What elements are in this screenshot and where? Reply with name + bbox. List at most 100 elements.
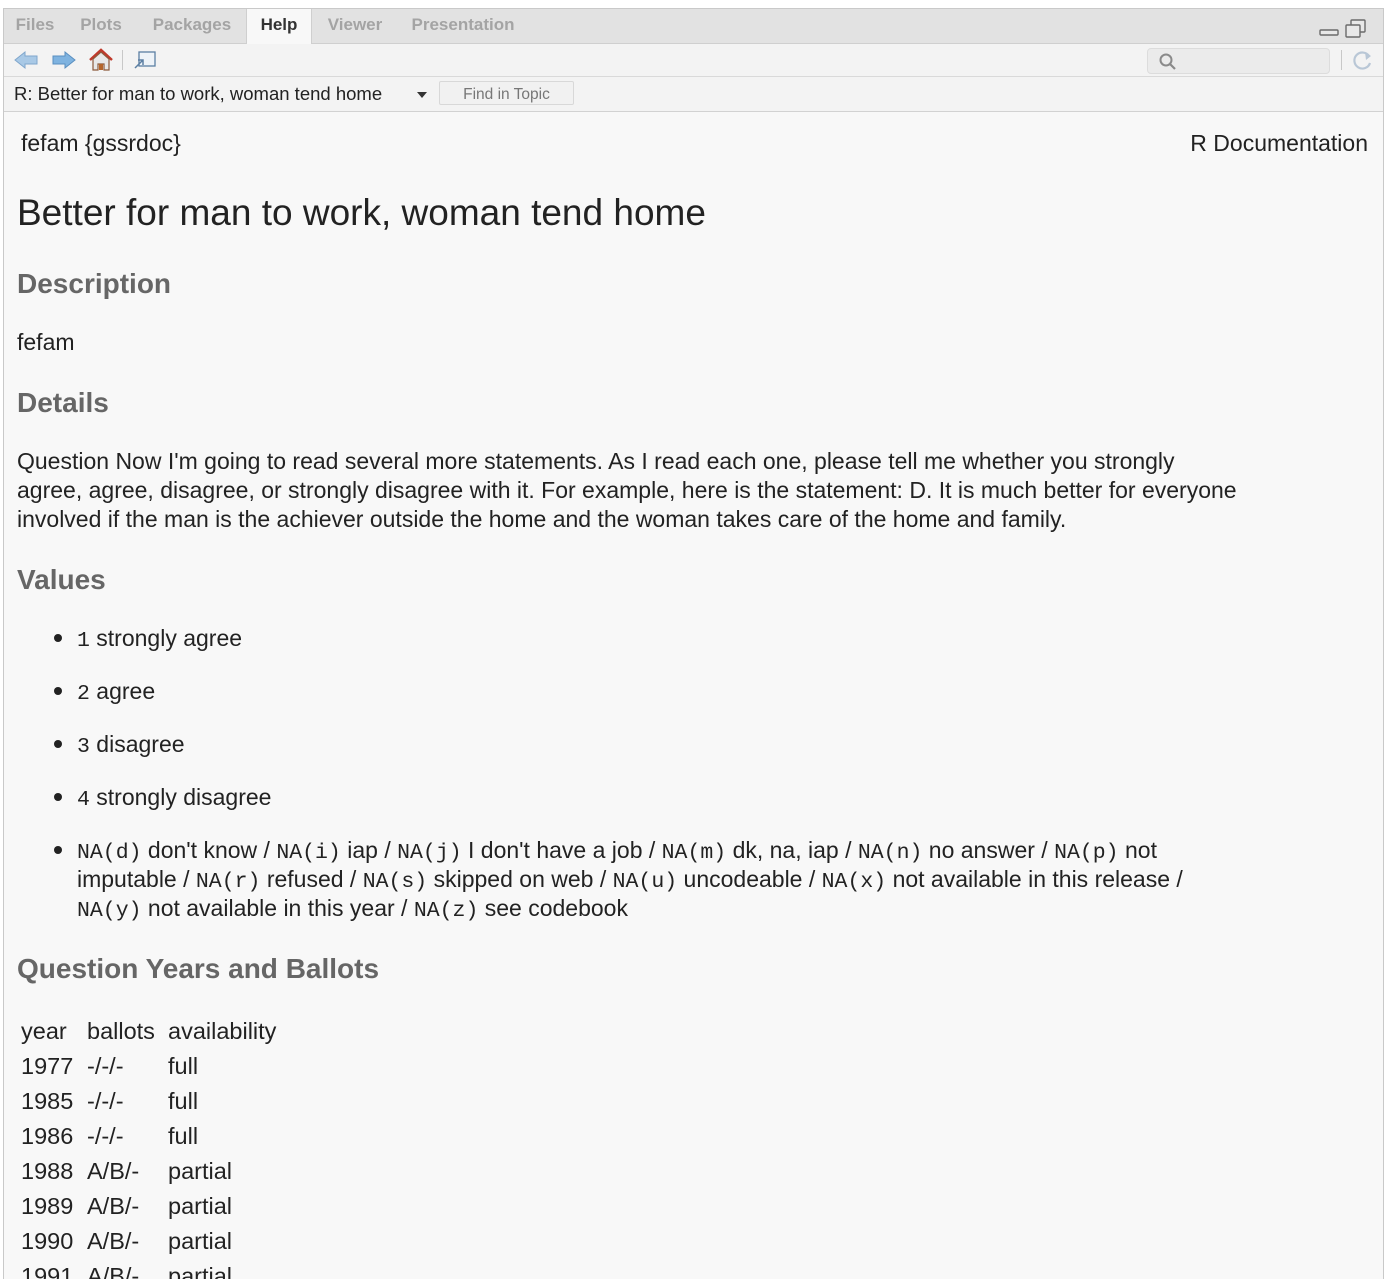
value-item: 2 agree [77, 677, 155, 709]
minimize-icon[interactable] [1318, 19, 1340, 37]
help-toolbar [4, 44, 1383, 77]
help-search-input[interactable] [1147, 48, 1330, 74]
na-code: NA(i) [276, 841, 341, 865]
na-label: see codebook [484, 895, 628, 921]
cell-ballots: A/B/- [87, 1263, 140, 1279]
refresh-icon[interactable] [1351, 49, 1375, 71]
list-bullet [54, 846, 62, 854]
years-ballots-heading: Question Years and Ballots [17, 953, 380, 984]
value-item: 3 disagree [77, 730, 185, 762]
na-code: NA(p) [1054, 841, 1119, 865]
na-code: NA(m) [661, 841, 727, 865]
tab-files[interactable]: Files [4, 9, 66, 43]
list-bullet [54, 740, 62, 748]
value-label: strongly disagree [96, 784, 272, 810]
back-arrow-icon[interactable] [13, 49, 39, 71]
tab-help[interactable]: Help [246, 9, 312, 44]
na-label: I don't have a job [468, 837, 643, 863]
cell-availability: full [168, 1053, 199, 1079]
description-heading: Description [17, 268, 172, 299]
list-bullet [54, 634, 62, 642]
na-code: NA(n) [857, 841, 923, 865]
value-label: agree [96, 678, 156, 704]
na-label: imputable [77, 866, 177, 892]
na-code: NA(z) [413, 899, 479, 923]
tab-packages[interactable]: Packages [140, 9, 244, 43]
value-code: 2 [77, 682, 90, 706]
maximize-icon[interactable] [1345, 19, 1367, 39]
na-values-line: NA(y) not available in this year / NA(z)… [77, 895, 628, 923]
topic-bar: R: Better for man to work, woman tend ho… [4, 77, 1383, 112]
na-label: don't know [147, 837, 258, 863]
cell-year: 1991 [21, 1263, 74, 1279]
na-values-line: imputable / NA(r) refused / NA(s) skippe… [77, 866, 1183, 894]
cell-availability: partial [168, 1228, 233, 1254]
column-header-year: year [21, 1018, 67, 1044]
list-bullet [54, 687, 62, 695]
na-code: NA(r) [195, 870, 261, 894]
value-code: 4 [77, 788, 90, 812]
cell-year: 1977 [21, 1053, 74, 1079]
doc-package-header: fefam {gssrdoc} [21, 130, 181, 156]
cell-ballots: A/B/- [87, 1228, 140, 1254]
na-label: not available in this year [147, 895, 395, 921]
na-label: not [1124, 837, 1157, 863]
find-in-topic-button[interactable]: Find in Topic [439, 81, 574, 105]
na-label: no answer [928, 837, 1035, 863]
na-label: skipped on web [433, 866, 594, 892]
cell-ballots: -/-/- [87, 1088, 124, 1114]
column-header-availability: availability [168, 1018, 277, 1044]
page-title: Better for man to work, woman tend home [17, 192, 706, 233]
help-content: fefam {gssrdoc} R Documentation Better f… [4, 112, 1383, 1279]
help-pane: Files Plots Packages Help Viewer Present… [3, 8, 1384, 1279]
doc-r-documentation-label: R Documentation [1190, 130, 1368, 156]
show-in-window-icon[interactable] [132, 49, 158, 71]
cell-year: 1986 [21, 1123, 74, 1149]
forward-arrow-icon[interactable] [51, 49, 77, 71]
details-line: agree, agree, disagree, or strongly disa… [17, 477, 1237, 503]
cell-ballots: A/B/- [87, 1193, 140, 1219]
cell-ballots: -/-/- [87, 1053, 124, 1079]
na-code: NA(s) [362, 870, 428, 894]
list-bullet [54, 793, 62, 801]
na-label: iap [347, 837, 378, 863]
home-icon[interactable] [87, 47, 115, 73]
na-label: dk, na, iap [732, 837, 839, 863]
na-label: uncodeable [683, 866, 803, 892]
cell-year: 1990 [21, 1228, 74, 1254]
na-code: NA(y) [77, 899, 142, 923]
details-line: involved if the man is the achiever outs… [17, 506, 1067, 532]
cell-availability: full [168, 1123, 199, 1149]
search-icon [1159, 53, 1176, 70]
value-code: 3 [77, 735, 90, 759]
value-item: 1 strongly agree [77, 624, 242, 656]
cell-availability: partial [168, 1263, 233, 1279]
value-item: 4 strongly disagree [77, 783, 271, 815]
na-code: NA(d) [77, 841, 142, 865]
toolbar-separator [1341, 50, 1342, 70]
value-code: 1 [77, 629, 90, 653]
na-label: not available in this release [892, 866, 1171, 892]
na-code: NA(u) [612, 870, 678, 894]
topic-history-dropdown[interactable]: R: Better for man to work, woman tend ho… [14, 83, 382, 105]
toolbar-separator [122, 50, 123, 70]
chevron-down-icon[interactable] [417, 92, 427, 98]
details-line: Question Now I'm going to read several m… [17, 448, 1175, 474]
na-label: refused [266, 866, 344, 892]
cell-year: 1985 [21, 1088, 74, 1114]
description-text: fefam [17, 329, 75, 355]
value-label: strongly agree [96, 625, 243, 651]
na-code: NA(x) [821, 870, 887, 894]
cell-ballots: A/B/- [87, 1158, 140, 1184]
tab-viewer[interactable]: Viewer [316, 9, 394, 43]
cell-year: 1988 [21, 1158, 74, 1184]
column-header-ballots: ballots [87, 1018, 155, 1044]
cell-availability: full [168, 1088, 199, 1114]
tab-presentation[interactable]: Presentation [401, 9, 525, 43]
na-code: NA(j) [397, 841, 462, 865]
details-heading: Details [17, 387, 109, 418]
cell-ballots: -/-/- [87, 1123, 124, 1149]
value-label: disagree [96, 731, 185, 757]
tab-plots[interactable]: Plots [70, 9, 132, 43]
cell-availability: partial [168, 1193, 233, 1219]
